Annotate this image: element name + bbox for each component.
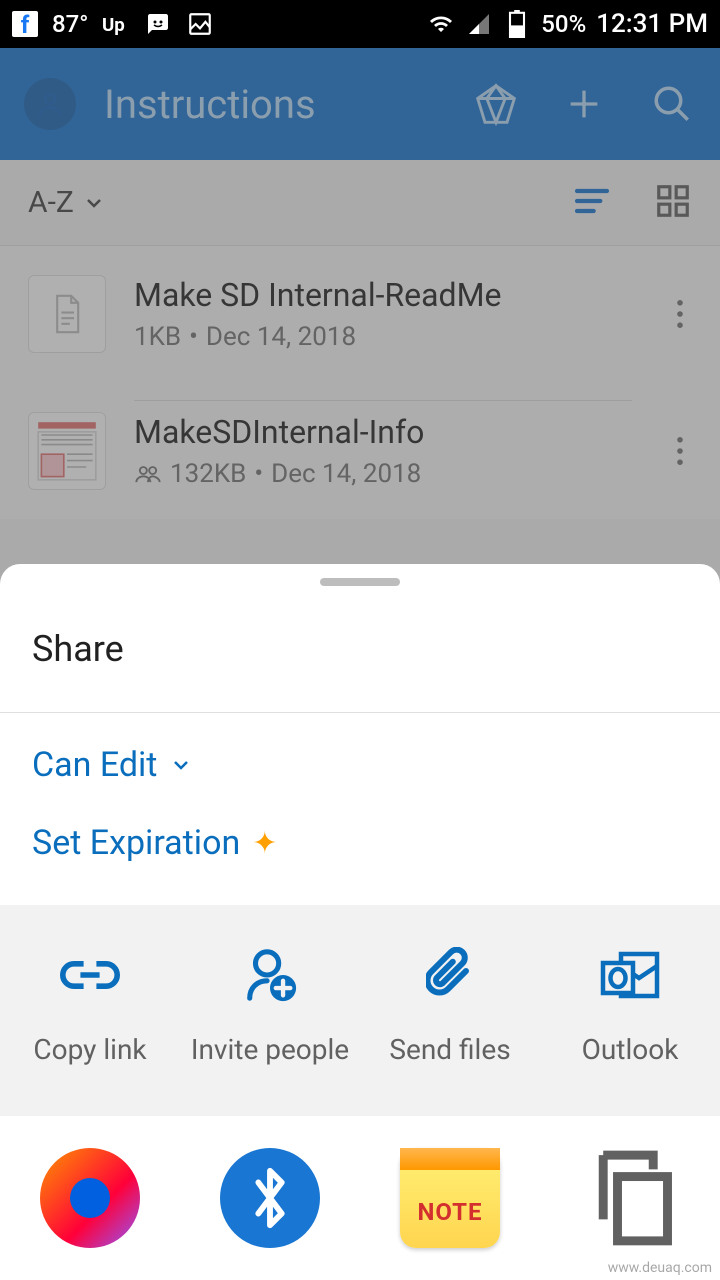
battery-icon [503, 10, 531, 38]
permission-label: Can Edit [32, 745, 157, 785]
search-button[interactable] [648, 80, 696, 128]
file-more-button[interactable] [660, 437, 700, 465]
sort-dropdown[interactable]: A-Z [28, 185, 106, 220]
shared-icon [134, 464, 162, 484]
grid-view-icon[interactable] [654, 182, 692, 224]
firefox-icon [40, 1148, 140, 1248]
invite-people-button[interactable]: Invite people [180, 945, 360, 1066]
permission-dropdown[interactable]: Can Edit [32, 745, 688, 785]
clock: 12:31 PM [596, 9, 708, 39]
sort-label-text: A-Z [28, 185, 74, 220]
page-title: Instructions [104, 81, 444, 128]
image-icon [186, 10, 214, 38]
watermark: www.deuaq.com [608, 1260, 712, 1276]
battery-percent: 50% [541, 10, 586, 38]
list-view-icon[interactable] [572, 184, 612, 222]
file-thumb-pdf-icon [28, 412, 106, 490]
set-expiration-button[interactable]: Set Expiration ✦ [32, 823, 688, 863]
cell-signal-icon [465, 10, 493, 38]
avatar[interactable] [24, 78, 76, 130]
expiration-label: Set Expiration [32, 823, 240, 863]
status-bar: f 87° Up 50% 12:31 PM [0, 0, 720, 48]
sheet-drag-handle[interactable] [320, 578, 400, 586]
file-list: Make SD Internal-ReadMe 1KB • Dec 14, 20… [0, 246, 720, 519]
action-label: Outlook [582, 1033, 679, 1066]
invite-people-icon [241, 945, 299, 1005]
wifi-icon [427, 10, 455, 38]
chevron-down-icon [169, 753, 193, 777]
file-name: Make SD Internal-ReadMe [134, 276, 632, 314]
temperature: 87° [52, 10, 88, 38]
link-icon [58, 945, 122, 1005]
copy-link-button[interactable]: Copy link [0, 945, 180, 1066]
app-header: Instructions [0, 48, 720, 160]
file-more-button[interactable] [660, 300, 700, 328]
outlook-icon [600, 945, 660, 1005]
action-label: Send files [389, 1033, 510, 1066]
note-app[interactable]: NOTE [360, 1148, 540, 1248]
sheet-title: Share [0, 586, 720, 712]
upwork-icon: Up [102, 10, 130, 38]
list-item[interactable]: Make SD Internal-ReadMe 1KB • Dec 14, 20… [0, 246, 720, 382]
add-button[interactable] [560, 80, 608, 128]
attachment-icon [426, 945, 474, 1005]
file-meta: 132KB • Dec 14, 2018 [134, 459, 632, 489]
note-icon-label: NOTE [417, 1198, 482, 1226]
file-name: MakeSDInternal-Info [134, 413, 632, 451]
file-meta: 1KB • Dec 14, 2018 [134, 322, 632, 352]
premium-icon[interactable] [472, 80, 520, 128]
share-apps-row: NOTE [0, 1116, 720, 1280]
bluetooth-icon [220, 1148, 320, 1248]
bluetooth-app[interactable] [180, 1148, 360, 1248]
firefox-app[interactable] [0, 1148, 180, 1248]
sort-bar: A-Z [0, 160, 720, 246]
svg-text:Up: Up [102, 14, 125, 36]
file-thumb-doc-icon [28, 275, 106, 353]
share-actions-row: Copy link Invite people Send files Outlo… [0, 905, 720, 1116]
facebook-icon: f [12, 11, 38, 37]
action-label: Invite people [191, 1033, 349, 1066]
list-item[interactable]: MakeSDInternal-Info 132KB • Dec 14, 2018 [0, 382, 720, 519]
premium-sparkle-icon: ✦ [252, 826, 277, 861]
copy-app[interactable] [540, 1148, 720, 1248]
action-label: Copy link [33, 1033, 146, 1066]
share-sheet: Share Can Edit Set Expiration ✦ Copy lin… [0, 564, 720, 1280]
message-icon [144, 10, 172, 38]
send-files-button[interactable]: Send files [360, 945, 540, 1066]
copy-icon [580, 1148, 680, 1248]
note-icon: NOTE [400, 1148, 500, 1248]
chevron-down-icon [82, 191, 106, 215]
outlook-button[interactable]: Outlook [540, 945, 720, 1066]
